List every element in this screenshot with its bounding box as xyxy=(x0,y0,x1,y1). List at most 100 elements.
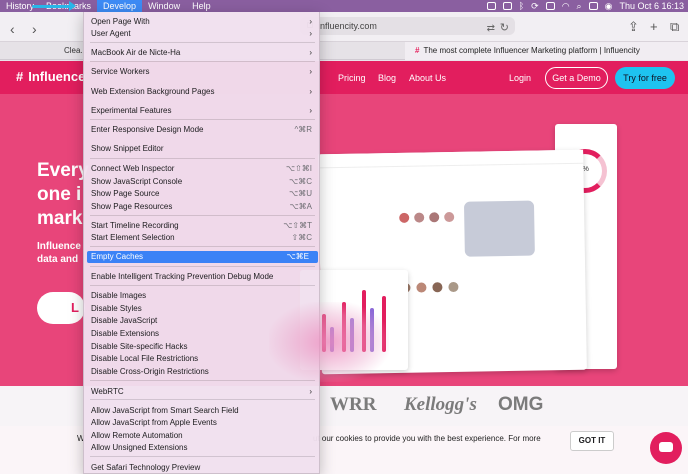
menu-item-label: Enter Responsive Design Mode xyxy=(91,125,204,134)
menu-shortcut: ⇧⌘C xyxy=(291,233,312,242)
menu-separator xyxy=(90,42,315,43)
menu-item-label: User Agent xyxy=(91,29,131,38)
menu-item-label: Disable Images xyxy=(91,291,147,300)
back-icon[interactable]: ‹ xyxy=(10,21,15,37)
annotation-arrow-top xyxy=(32,1,76,11)
menu-item-show-page-source[interactable]: Show Page Source ⌥⌘U xyxy=(84,188,321,200)
brand-logo: Kellogg's xyxy=(404,394,477,415)
menu-item-show-page-resources[interactable]: Show Page Resources ⌥⌘A xyxy=(84,201,321,213)
menu-item-webrtc[interactable]: WebRTC › xyxy=(84,386,321,398)
menu-item-service-workers[interactable]: Service Workers › xyxy=(84,66,321,78)
menu-item-connect-web-inspector[interactable]: Connect Web Inspector ⌥⇧⌘I xyxy=(84,163,321,175)
menu-item-label: Disable Extensions xyxy=(91,329,160,338)
clock[interactable]: Thu Oct 6 16:13 xyxy=(619,1,684,11)
menu-item-empty-caches[interactable]: Empty Caches ⌥⌘E xyxy=(87,251,318,263)
hero-sub-line: data and xyxy=(37,254,79,265)
avatar xyxy=(414,212,425,223)
sync-icon[interactable]: ⟳ xyxy=(531,1,539,12)
menu-item-show-javascript-console[interactable]: Show JavaScript Console ⌥⌘C xyxy=(84,176,321,188)
menu-item-disable-images[interactable]: Disable Images xyxy=(84,290,321,302)
menu-shortcut: ^⌘R xyxy=(294,125,312,134)
menu-item-disable-extensions[interactable]: Disable Extensions xyxy=(84,328,321,340)
menu-item-get-safari-technology-preview[interactable]: Get Safari Technology Preview xyxy=(84,462,321,474)
address-bar[interactable]: influencity.com ⇄ ↻ xyxy=(300,17,515,35)
reload-icon[interactable]: ↻ xyxy=(500,19,509,37)
siri-icon[interactable]: ◉ xyxy=(605,1,613,12)
battery-icon[interactable] xyxy=(545,2,555,10)
share-icon[interactable]: ⇪ xyxy=(628,19,639,35)
menu-item-label: Show Page Source xyxy=(91,189,160,198)
url-text: influencity.com xyxy=(318,21,377,31)
status-icon-2[interactable] xyxy=(502,2,512,10)
avatar xyxy=(416,282,427,293)
hero-line: Every xyxy=(37,160,89,181)
avatar xyxy=(432,282,443,293)
menu-item-disable-site-specific-hacks[interactable]: Disable Site-specific Hacks xyxy=(84,341,321,353)
translate-icon[interactable]: ⇄ xyxy=(487,20,495,38)
menu-item-disable-styles[interactable]: Disable Styles xyxy=(84,303,321,315)
bluetooth-icon[interactable]: ᛒ xyxy=(519,1,524,11)
forward-icon[interactable]: › xyxy=(32,21,37,37)
logo-hash-icon: # xyxy=(16,69,24,84)
menu-item-user-agent[interactable]: User Agent › xyxy=(84,28,321,40)
menu-item-allow-remote-automation[interactable]: Allow Remote Automation xyxy=(84,430,321,442)
menu-item-label: Allow JavaScript from Smart Search Field xyxy=(91,406,239,415)
menu-item-show-snippet-editor[interactable]: Show Snippet Editor xyxy=(84,143,321,155)
menu-separator xyxy=(90,456,315,457)
avatar xyxy=(448,281,459,293)
tab-overview-icon[interactable]: ⧉ xyxy=(670,19,679,35)
control-center-icon[interactable] xyxy=(588,2,598,10)
chat-bubble-icon[interactable] xyxy=(650,432,682,464)
spotlight-icon[interactable]: ⌕ xyxy=(577,1,582,12)
develop-menu: Open Page With › User Agent › MacBook Air de… xyxy=(83,12,389,474)
new-tab-icon[interactable]: + xyxy=(650,19,658,34)
tab-influencity[interactable]: # The most complete Influencer Marketing … xyxy=(405,42,688,60)
got-it-button[interactable]: GOT IT xyxy=(570,431,614,451)
menu-help[interactable]: Help xyxy=(186,0,217,12)
avatar xyxy=(444,211,455,223)
menu-item-enable-intelligent-tracking-prevention-debug-mode[interactable]: Enable Intelligent Tracking Prevention D… xyxy=(84,271,321,283)
menu-item-label: Disable Local File Restrictions xyxy=(91,354,199,363)
menu-window[interactable]: Window xyxy=(142,0,186,12)
menu-item-allow-javascript-from-smart-search-field[interactable]: Allow JavaScript from Smart Search Field xyxy=(84,405,321,417)
menu-item-label: Enable Intelligent Tracking Prevention D… xyxy=(91,272,274,281)
site-logo[interactable]: # Influence xyxy=(16,69,85,84)
status-icon-1[interactable] xyxy=(486,2,496,10)
wifi-icon[interactable]: ◠ xyxy=(562,1,570,12)
menu-item-label: MacBook Air de Nicte-Ha xyxy=(91,48,181,57)
menu-item-label: Empty Caches xyxy=(91,252,144,261)
menu-item-allow-javascript-from-apple-events[interactable]: Allow JavaScript from Apple Events xyxy=(84,417,321,429)
hero-title: Every one i mark xyxy=(37,159,89,231)
try-free-button[interactable]: Try for free xyxy=(615,67,675,89)
menu-item-disable-cross-origin-restrictions[interactable]: Disable Cross-Origin Restrictions xyxy=(84,366,321,378)
brand-logo: WRR xyxy=(330,394,377,415)
menu-item-web-extension-background-pages[interactable]: Web Extension Background Pages › xyxy=(84,86,321,98)
menu-item-label: Disable Site-specific Hacks xyxy=(91,342,188,351)
menu-item-start-timeline-recording[interactable]: Start Timeline Recording ⌥⇧⌘T xyxy=(84,220,321,232)
nav-login[interactable]: Login xyxy=(509,73,531,83)
menu-item-label: Disable JavaScript xyxy=(91,316,158,325)
menu-shortcut: ⌥⌘U xyxy=(289,189,312,198)
menu-item-start-element-selection[interactable]: Start Element Selection ⇧⌘C xyxy=(84,232,321,244)
menu-shortcut: ⌥⇧⌘I xyxy=(285,164,312,173)
hero-cta-button[interactable]: L xyxy=(37,292,85,324)
menu-item-label: Disable Cross-Origin Restrictions xyxy=(91,367,209,376)
menu-develop[interactable]: Develop xyxy=(97,0,143,12)
menu-item-label: Allow Unsigned Extensions xyxy=(91,443,188,452)
hero-sub-line: Influence xyxy=(37,241,81,252)
get-demo-button[interactable]: Get a Demo xyxy=(545,67,608,89)
menu-item-disable-local-file-restrictions[interactable]: Disable Local File Restrictions xyxy=(84,353,321,365)
menu-item-enter-responsive-design-mode[interactable]: Enter Responsive Design Mode ^⌘R xyxy=(84,124,321,136)
menu-item-macbook-air-de-nicte-ha[interactable]: MacBook Air de Nicte-Ha › xyxy=(84,47,321,59)
menu-separator xyxy=(90,119,315,120)
menu-shortcut: ⌥⌘E xyxy=(286,252,309,261)
nav-about-us[interactable]: About Us xyxy=(409,73,446,83)
menu-item-open-page-with[interactable]: Open Page With › xyxy=(84,16,321,28)
menu-item-experimental-features[interactable]: Experimental Features › xyxy=(84,105,321,117)
nav-blog[interactable]: Blog xyxy=(378,73,396,83)
menu-item-allow-unsigned-extensions[interactable]: Allow Unsigned Extensions xyxy=(84,442,321,454)
menu-item-disable-javascript[interactable]: Disable JavaScript xyxy=(84,315,321,327)
nav-pricing[interactable]: Pricing xyxy=(338,73,366,83)
world-map-graphic xyxy=(463,200,535,257)
menu-item-label: Allow JavaScript from Apple Events xyxy=(91,418,217,427)
